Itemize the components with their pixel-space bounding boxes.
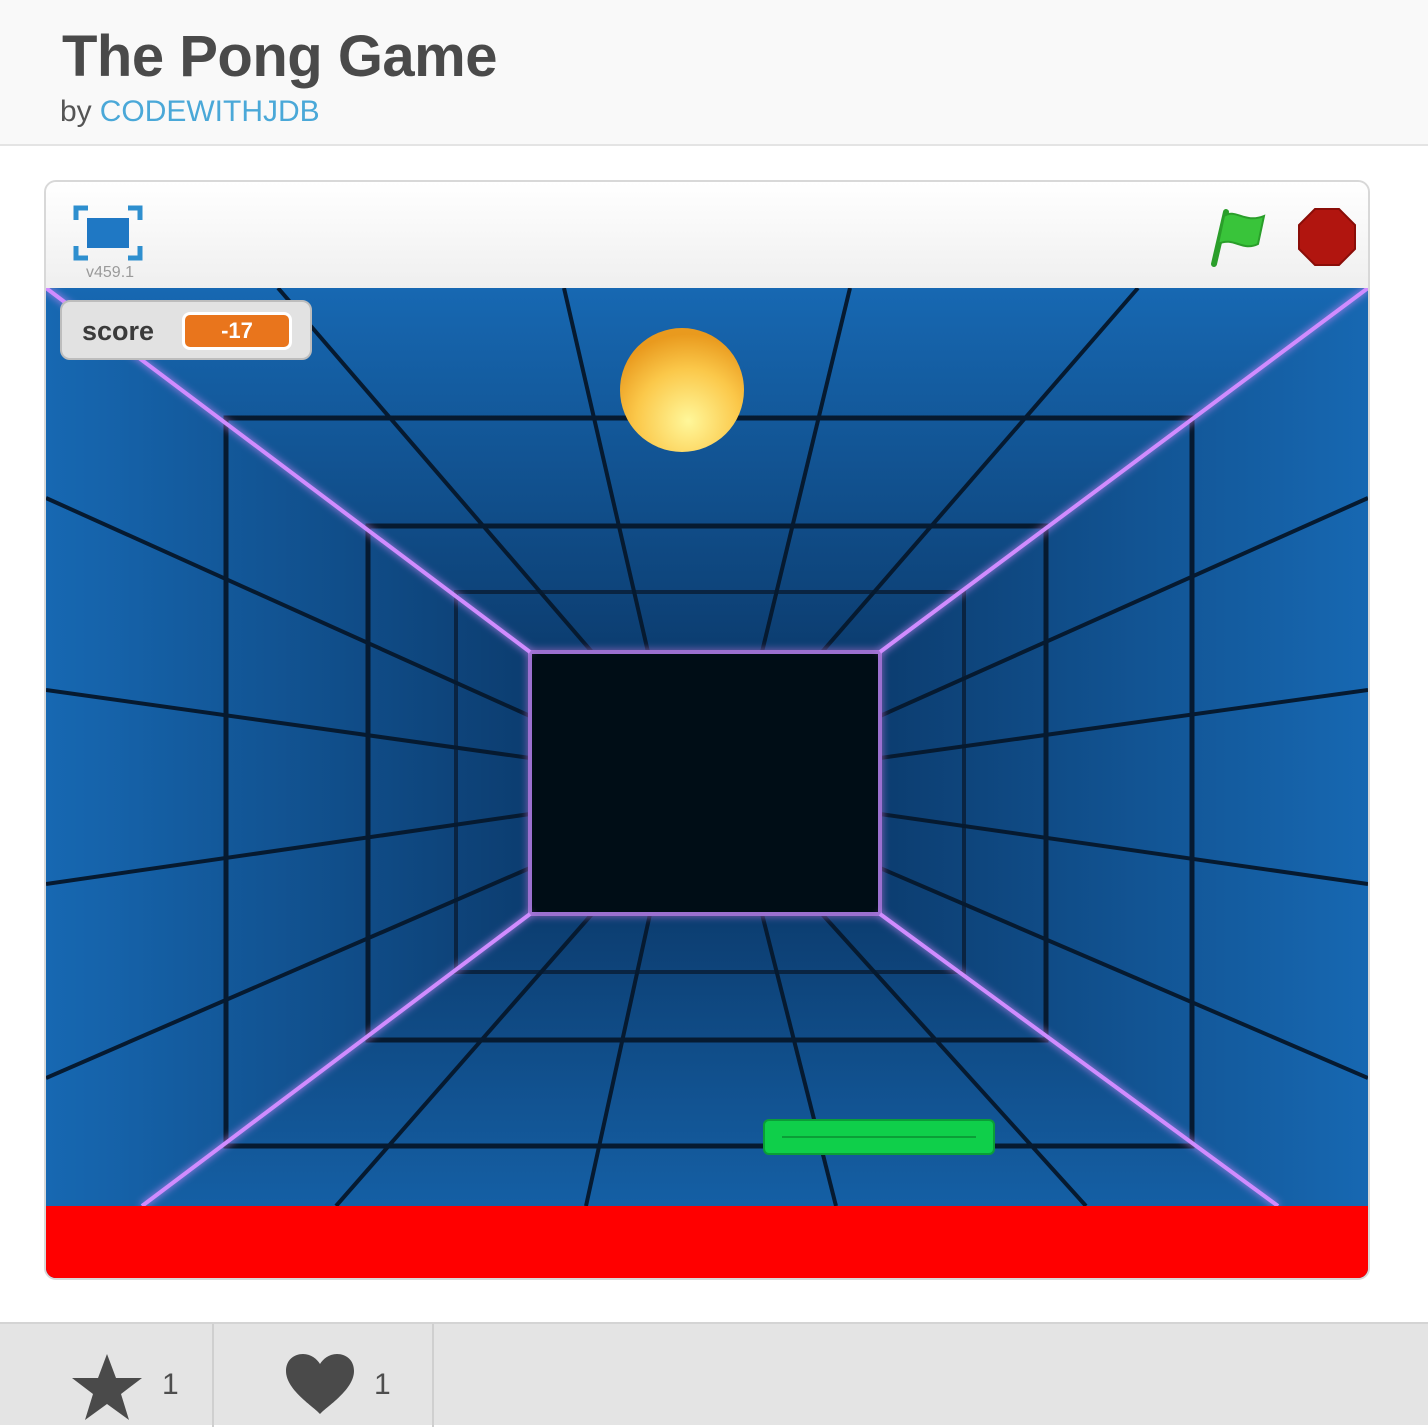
ball (620, 328, 744, 452)
fullscreen-icon[interactable] (72, 204, 144, 262)
heart-icon (286, 1354, 354, 1414)
by-label: by (60, 95, 92, 128)
love-button[interactable]: 1 (220, 1324, 434, 1427)
project-player: v459.1 score -17 (44, 180, 1370, 1280)
version-label: v459.1 (86, 264, 135, 281)
player-controls: v459.1 (46, 182, 1368, 288)
project-byline: by CODEWITHJDB (60, 94, 320, 130)
game-stage[interactable]: score -17 (46, 288, 1368, 1278)
star-count: 1 (162, 1368, 179, 1401)
star-icon (72, 1354, 142, 1420)
love-count: 1 (374, 1368, 391, 1401)
score-label: score (82, 316, 155, 346)
score-monitor[interactable]: score -17 (60, 300, 312, 360)
project-title: The Pong Game (62, 24, 498, 89)
project-header: The Pong Game by CODEWITHJDB (0, 0, 1428, 146)
author-link[interactable]: CODEWITHJDB (100, 95, 320, 128)
project-stats-bar: 1 1 (0, 1322, 1428, 1427)
score-value: -17 (182, 312, 292, 350)
stop-sign-icon[interactable] (1296, 206, 1358, 268)
floor-bar (46, 1206, 1368, 1278)
green-flag-icon[interactable] (1204, 206, 1268, 270)
tunnel-backdrop (46, 288, 1368, 1278)
star-button[interactable]: 1 (0, 1324, 214, 1427)
